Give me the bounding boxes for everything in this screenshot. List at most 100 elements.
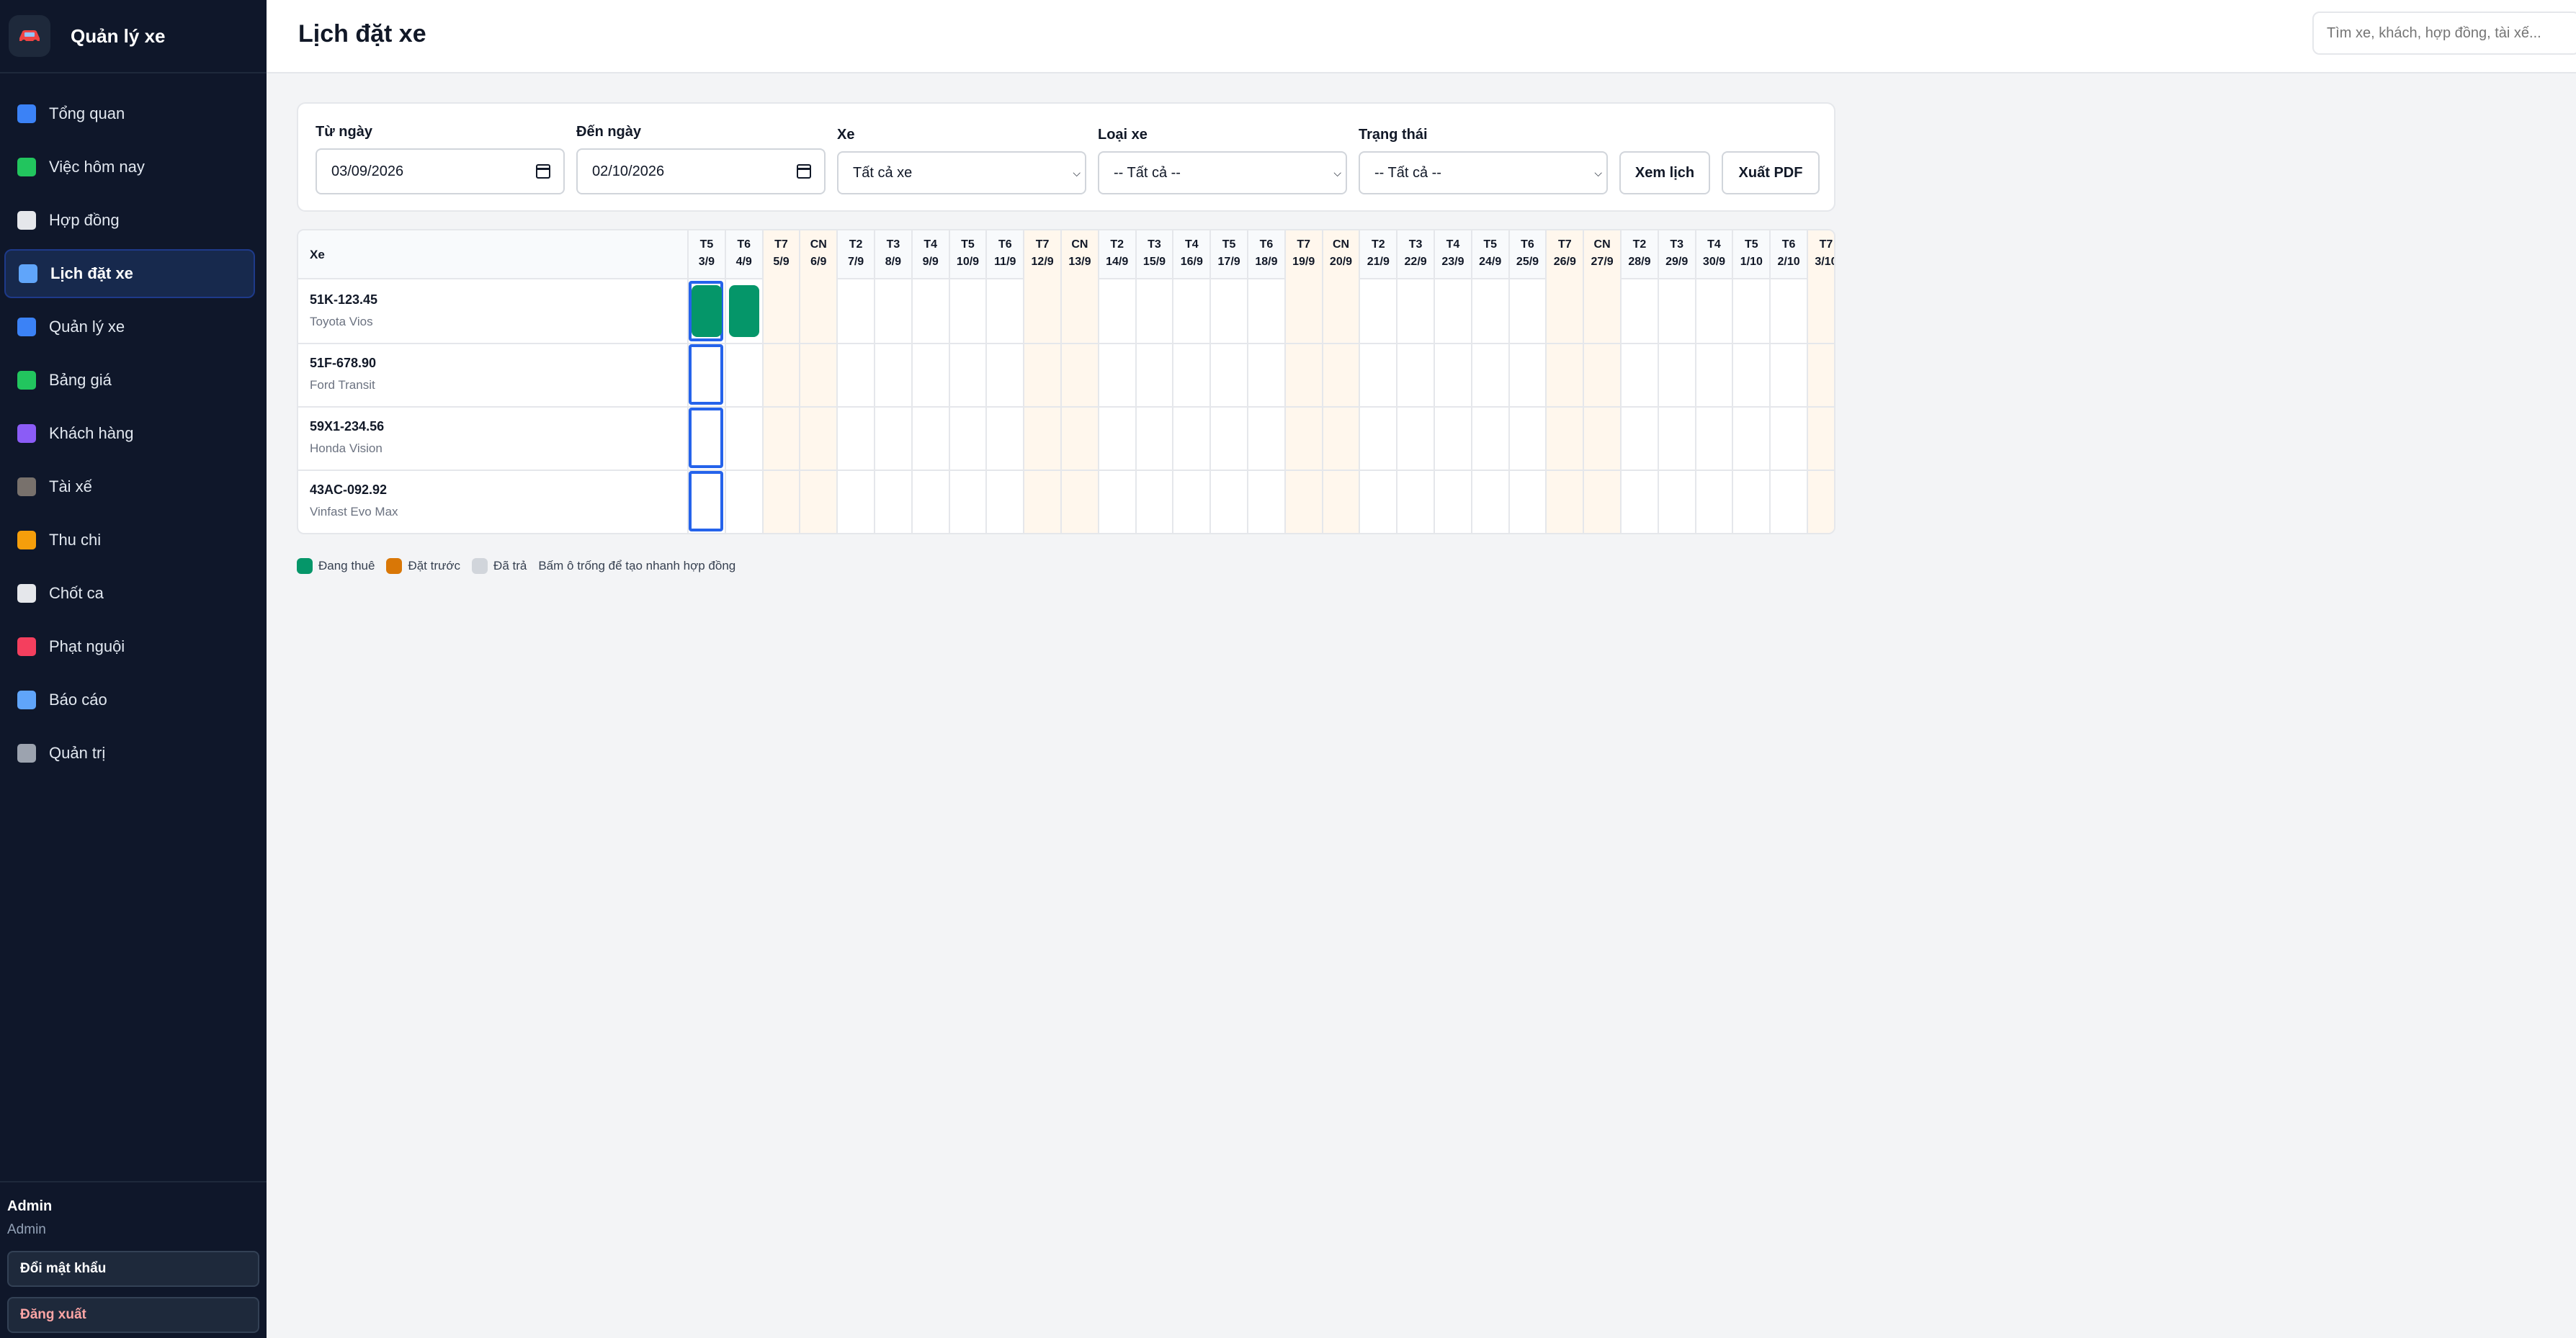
chart-icon <box>17 104 36 123</box>
day-date: 15/9 <box>1142 256 1166 268</box>
receipt-icon <box>17 584 36 603</box>
day-header: T6 25/9 <box>1510 236 1546 271</box>
day-date: 22/9 <box>1404 256 1427 268</box>
day-date: 3/10 <box>1815 256 1835 268</box>
day-header: T2 28/9 <box>1622 236 1658 271</box>
day-header: T2 14/9 <box>1099 236 1135 271</box>
day-of-week: T2 <box>1632 238 1647 251</box>
day-date: 25/9 <box>1516 256 1539 268</box>
day-header: T7 5/9 <box>763 236 800 271</box>
sidebar-item-12[interactable]: Báo cáo <box>4 675 255 724</box>
vehicle-plate: 59X1-234.56 <box>310 419 385 434</box>
day-date: 5/9 <box>773 256 790 268</box>
day-header: T4 16/9 <box>1173 236 1209 271</box>
day-column: T6 25/9 <box>1508 230 1546 533</box>
booking-block[interactable] <box>692 285 722 337</box>
day-date: 8/9 <box>885 256 902 268</box>
day-date: 28/9 <box>1628 256 1651 268</box>
from-date-input[interactable]: 03/09/2026 <box>316 148 565 194</box>
day-of-week: T2 <box>849 238 863 251</box>
day-date: 26/9 <box>1553 256 1576 268</box>
day-of-week: T7 <box>1819 238 1833 251</box>
cone-icon <box>17 637 36 656</box>
day-header: T6 2/10 <box>1771 236 1807 271</box>
day-header: T7 12/9 <box>1024 236 1060 271</box>
view-schedule-button[interactable]: Xem lịch <box>1619 151 1710 194</box>
sidebar-footer: Admin Admin Đổi mật khẩu Đăng xuất <box>0 1181 267 1338</box>
day-column: T6 18/9 <box>1247 230 1284 533</box>
day-of-week: T7 <box>1035 238 1050 251</box>
vehicle-label: 59X1-234.56 Honda Vision <box>310 419 384 456</box>
day-of-week: T6 <box>1781 238 1796 251</box>
sidebar-item-7[interactable]: Khách hàng <box>4 409 255 458</box>
day-of-week: T4 <box>1707 238 1721 251</box>
vehicle-model: Ford Transit <box>310 378 375 392</box>
day-of-week: T2 <box>1110 238 1124 251</box>
car-icon <box>17 318 36 336</box>
car-select[interactable]: Tất cả xe ⌵ <box>837 151 1086 194</box>
booking-grid: Xe T5 3/9 T6 4/9 T7 5/9 CN 6/9 T2 7/9 T3 8/9 T4 9/9 T5… <box>297 229 1835 534</box>
day-date: 4/9 <box>735 256 752 268</box>
day-date: 27/9 <box>1591 256 1614 268</box>
sidebar-item-2[interactable]: Việc hôm nay <box>4 143 255 192</box>
booking-block[interactable] <box>728 285 759 337</box>
sidebar-item-label: Việc hôm nay <box>49 158 145 176</box>
sidebar-item-8[interactable]: Tài xế <box>4 462 255 511</box>
sidebar-item-4[interactable]: Lịch đặt xe <box>4 249 255 298</box>
to-date-value: 02/10/2026 <box>592 163 665 179</box>
status-select[interactable]: -- Tất cả -- ⌵ <box>1359 151 1608 194</box>
sidebar-item-6[interactable]: Bảng giá <box>4 356 255 405</box>
sidebar-item-label: Khách hàng <box>49 424 134 442</box>
sidebar-item-9[interactable]: Thu chi <box>4 516 255 565</box>
day-column: T7 19/9 <box>1284 230 1322 533</box>
day-date: 20/9 <box>1329 256 1353 268</box>
day-header: T4 9/9 <box>913 236 949 271</box>
sidebar-item-3[interactable]: Hợp đồng <box>4 196 255 245</box>
sidebar-item-label: Báo cáo <box>49 691 107 709</box>
type-label: Loại xe <box>1098 127 1148 143</box>
today-cell[interactable] <box>689 471 723 531</box>
row-divider <box>298 343 1834 344</box>
day-date: 3/9 <box>698 256 715 268</box>
day-column: CN 20/9 <box>1321 230 1359 533</box>
type-select[interactable]: -- Tất cả -- ⌵ <box>1098 151 1347 194</box>
vehicle-model: Vinfast Evo Max <box>310 505 398 518</box>
day-header: T5 17/9 <box>1211 236 1247 271</box>
day-header: T3 15/9 <box>1137 236 1173 271</box>
calendar-icon[interactable] <box>536 164 550 179</box>
calendar-icon <box>19 264 37 283</box>
search-input[interactable] <box>2312 12 2576 55</box>
sidebar-item-1[interactable]: Tổng quan <box>4 89 255 138</box>
day-column: T4 30/9 <box>1694 230 1732 533</box>
day-date: 1/10 <box>1740 256 1763 268</box>
day-of-week: CN <box>1593 238 1611 251</box>
today-cell[interactable] <box>689 344 723 405</box>
day-date: 2/10 <box>1777 256 1800 268</box>
export-pdf-button[interactable]: Xuất PDF <box>1722 151 1820 194</box>
type-select-value: -- Tất cả -- <box>1114 164 1181 181</box>
logout-button[interactable]: Đăng xuất <box>7 1297 259 1333</box>
day-header: T5 24/9 <box>1472 236 1508 271</box>
day-column: T3 8/9 <box>874 230 911 533</box>
vehicle-label: 43AC-092.92 Vinfast Evo Max <box>310 482 398 519</box>
today-cell[interactable] <box>689 408 723 468</box>
day-header: T5 10/9 <box>950 236 986 271</box>
day-header: T7 3/10 <box>1808 236 1835 271</box>
sidebar-item-11[interactable]: Phạt nguội <box>4 622 255 671</box>
day-date: 14/9 <box>1106 256 1129 268</box>
sidebar-item-13[interactable]: Quản trị <box>4 729 255 778</box>
sidebar-item-label: Chốt ca <box>49 584 104 602</box>
calendar-icon[interactable] <box>797 164 811 179</box>
day-date: 19/9 <box>1292 256 1315 268</box>
day-column: T2 21/9 <box>1359 230 1396 533</box>
sidebar-nav: Tổng quan Việc hôm nay Hợp đồng Lịch đặt xe… <box>0 73 267 778</box>
sidebar-item-5[interactable]: Quản lý xe <box>4 302 255 351</box>
day-column: T5 10/9 <box>948 230 986 533</box>
sidebar-item-10[interactable]: Chốt ca <box>4 569 255 618</box>
day-column: T7 3/10 <box>1807 230 1835 533</box>
day-header: T5 1/10 <box>1733 236 1769 271</box>
sidebar-item-label: Phạt nguội <box>49 637 125 655</box>
to-date-input[interactable]: 02/10/2026 <box>576 148 826 194</box>
legend-label: Đã trả <box>493 559 527 573</box>
change-password-button[interactable]: Đổi mật khẩu <box>7 1251 259 1287</box>
